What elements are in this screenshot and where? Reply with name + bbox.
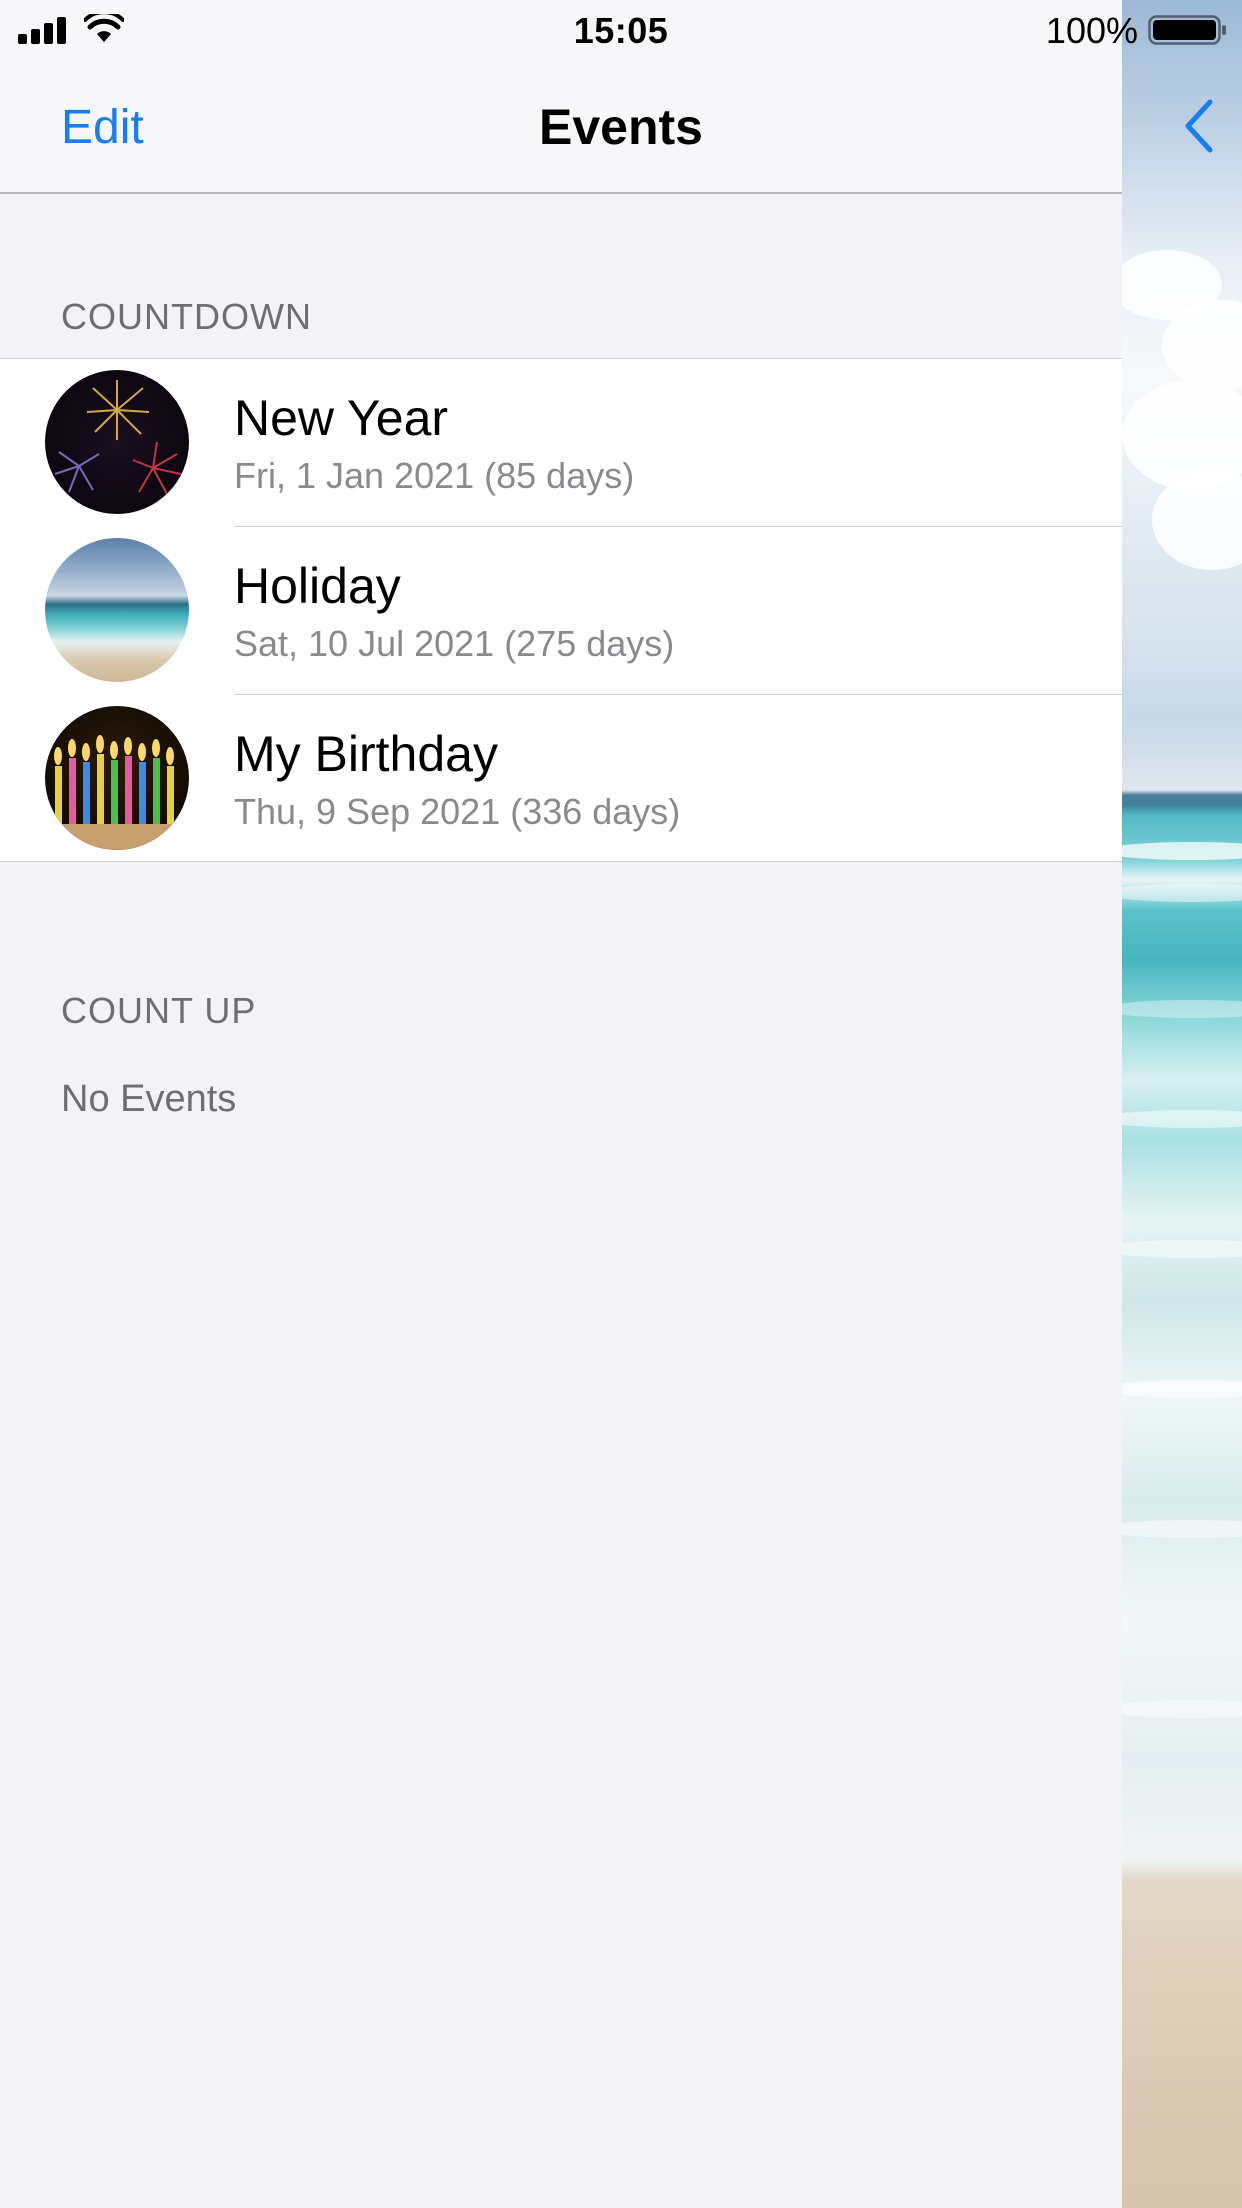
section-header-countdown: COUNTDOWN (61, 296, 312, 337)
page-title: Events (539, 99, 703, 155)
event-title: New Year (234, 390, 449, 446)
status-bar: 15:05 100% (0, 0, 1242, 62)
detail-background-image (1122, 0, 1242, 2208)
event-row-new-year[interactable]: New Year Fri, 1 Jan 2021 (85 days) (0, 359, 1122, 527)
event-date: Fri, 1 Jan 2021 (85 days) (234, 455, 635, 496)
event-date: Sat, 10 Jul 2021 (275 days) (234, 623, 675, 664)
battery-percentage: 100% (1045, 10, 1138, 51)
event-title: My Birthday (234, 726, 498, 782)
event-row-holiday[interactable]: Holiday Sat, 10 Jul 2021 (275 days) (0, 527, 1122, 695)
battery-icon (1148, 15, 1226, 45)
beach-thumbnail (45, 538, 189, 682)
chevron-left-icon[interactable] (1180, 96, 1220, 156)
empty-state-text: No Events (61, 1078, 237, 1120)
countdown-event-list: New Year Fri, 1 Jan 2021 (85 days) Holid… (0, 358, 1122, 862)
fireworks-thumbnail (45, 370, 189, 514)
section-header-count-up: COUNT UP (61, 990, 257, 1031)
event-date: Thu, 9 Sep 2021 (336 days) (234, 791, 681, 832)
event-title: Holiday (234, 558, 401, 614)
event-row-my-birthday[interactable]: My Birthday Thu, 9 Sep 2021 (336 days) (0, 695, 1122, 863)
birthday-candles-thumbnail (45, 706, 189, 850)
